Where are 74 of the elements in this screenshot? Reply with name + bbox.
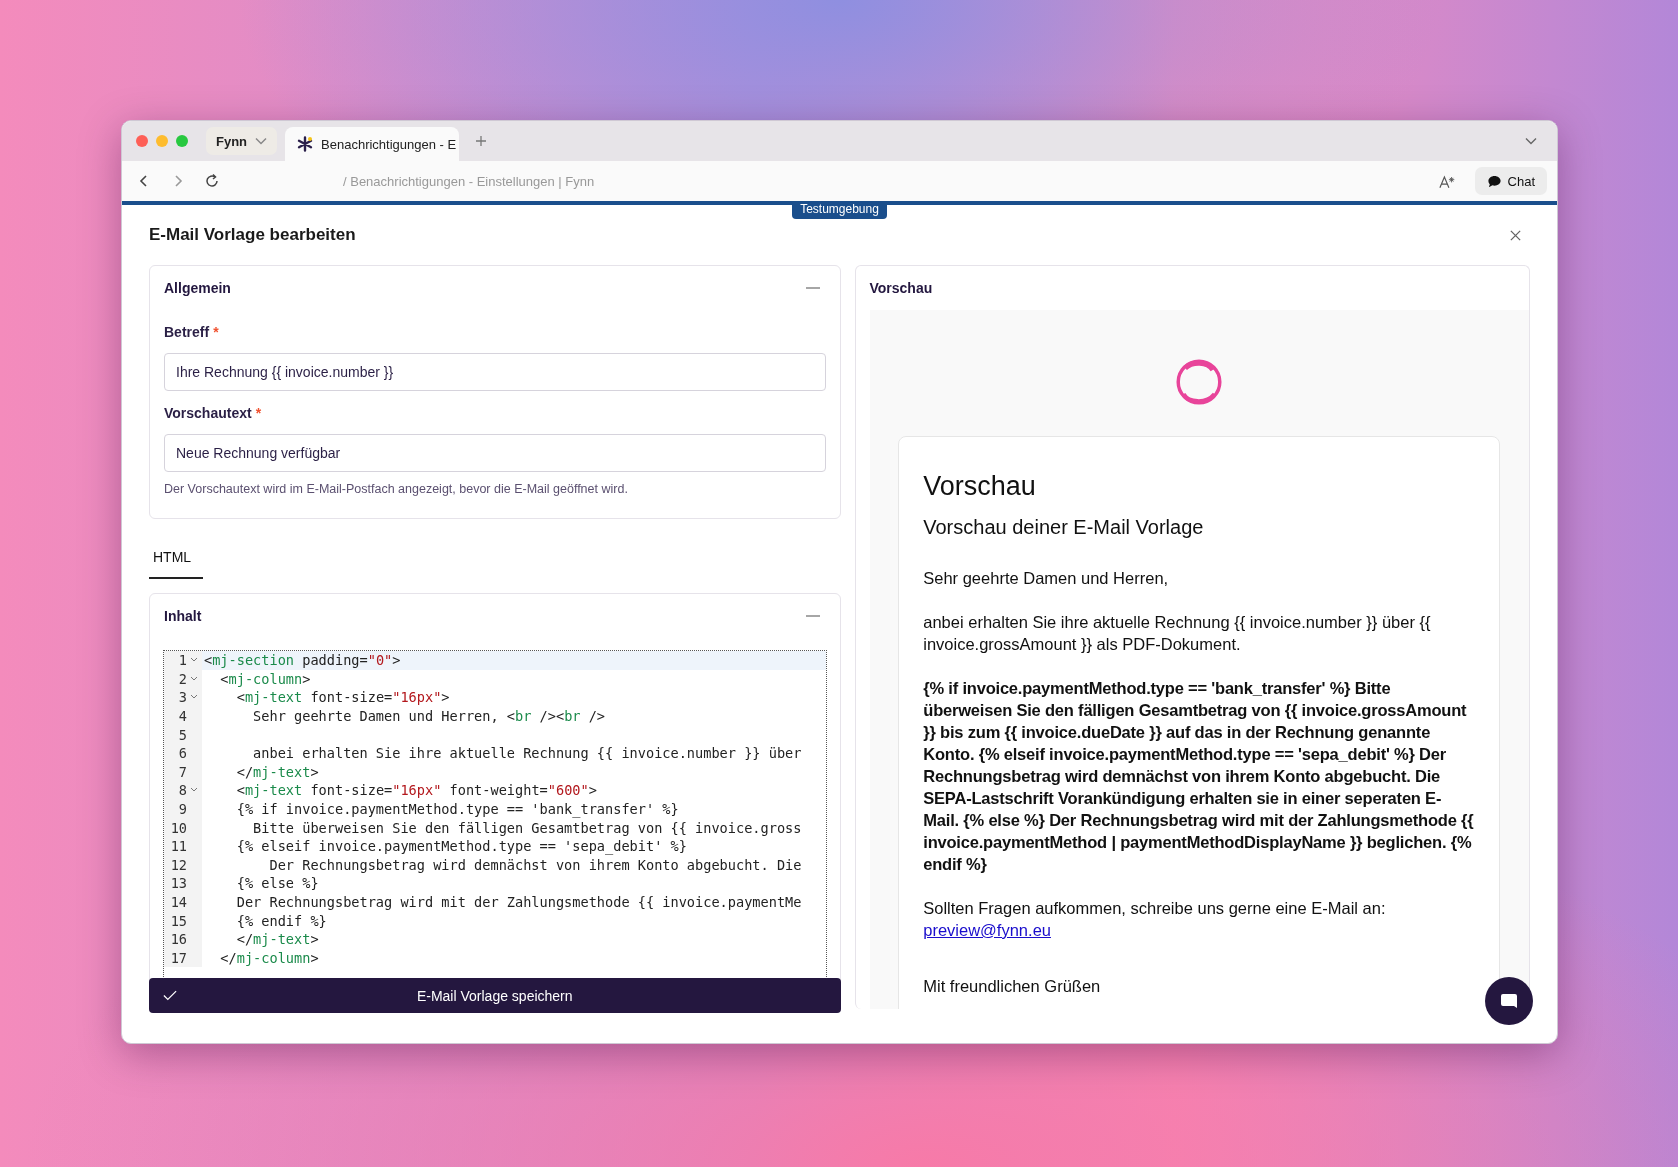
line-number: 9 xyxy=(178,801,187,818)
code-line: <mj-text font-size="16px" font-weight="600"> xyxy=(235,782,597,799)
email-link[interactable]: preview@fynn.eu xyxy=(923,921,1051,939)
code-line: Der Rechnungsbetrag wird demnächst von ihrem Konto abgebucht. Die xyxy=(268,856,802,873)
card-title: Allgemein xyxy=(164,280,231,296)
field-label: Vorschautext * xyxy=(164,405,263,421)
line-number: 10 xyxy=(170,819,187,836)
email-title: Vorschau xyxy=(923,471,1037,502)
code-line: </mj-text> xyxy=(235,763,319,780)
code-line: <mj-column> xyxy=(219,670,311,687)
dialog-title: E-Mail Vorlage bearbeiten xyxy=(149,225,356,245)
close-window-icon[interactable] xyxy=(136,135,148,147)
line-number: 14 xyxy=(170,894,187,910)
field-label: Betreff * xyxy=(164,324,220,340)
line-number: 16 xyxy=(170,931,187,948)
line-number: 7 xyxy=(178,763,187,780)
line-number: 6 xyxy=(178,745,187,762)
line-number: 3 xyxy=(178,689,187,706)
code-line: </mj-text> xyxy=(235,931,319,948)
text-input[interactable]: Ihre Rechnung {{ invoice.number }} xyxy=(164,353,826,391)
email-subtitle: Vorschau deiner E-Mail Vorlage xyxy=(923,516,1205,539)
code-line: {% if invoice.paymentMethod.type == 'bank_transfer' %} xyxy=(235,801,679,818)
email-paragraph: Sollten Fragen aufkommen, schreibe uns gerne eine E-Mail an: preview@fynn.eu xyxy=(923,898,1387,941)
email-paragraph: Sehr geehrte Damen und Herren, xyxy=(923,568,1170,589)
speech-bubble-icon xyxy=(1486,173,1502,189)
fold-icon[interactable] xyxy=(190,675,198,682)
email-paragraph: anbei erhalten Sie ihre aktuelle Rechnung {{ invoice.number }} über {{ invoice.grossAmount }} als PDF-Dokument. xyxy=(923,612,1432,655)
chevron-down-icon[interactable] xyxy=(1525,137,1537,145)
checkmark-icon xyxy=(163,990,177,1001)
code-line: {% elseif invoice.paymentMethod.type == 'sepa_debit' %} xyxy=(235,838,687,855)
email-paragraph: {% if invoice.paymentMethod.type == 'bank_transfer' %} Bitte überweisen Sie den fälligen Gesamtbetrag von {{ invoice.grossAmount }} bis zum {{ invoice.dueDate }} auf das in der Rechnung genannte Konto. {% elseif invoice.paymentMethod.type == 'sepa_debit' %} Der Rechnungsbetrag wird demnächst von ihrem Konto abgebucht. Die SEPA-Lastschrift Vorankündigung erhalten sie in einer seperaten E-Mail. {% else %} Der Rechnungsbetrag wird mit der Zahlungsmethode {{ invoice.paymentMethod | paymentMethodDisplayName }} beglichen. {% endif %} xyxy=(923,678,1475,875)
line-number: 4 xyxy=(178,708,187,725)
code-line: <mj-text font-size="16px"> xyxy=(235,689,450,706)
help-text: Der Vorschautext wird im E-Mail-Postfach angezeigt, bevor die E-Mail geöffnet wird. xyxy=(164,482,629,496)
asterisk-icon xyxy=(297,136,314,152)
email-closing: Mit freundlichen Grüßen xyxy=(923,976,1102,997)
code-line: anbei erhalten Sie ihre aktuelle Rechnung {{ invoice.number }} über xyxy=(252,745,802,762)
required-asterisk: * xyxy=(213,324,219,340)
card-title: Inhalt xyxy=(164,608,202,624)
close-icon[interactable] xyxy=(1509,228,1522,242)
code-line: {% else %} xyxy=(235,875,319,892)
profile-button[interactable]: Fynn xyxy=(206,127,278,155)
code-line: </mj-column> xyxy=(219,949,319,966)
fold-icon[interactable] xyxy=(190,787,198,794)
line-number: 2 xyxy=(178,670,187,687)
line-number: 17 xyxy=(170,949,187,966)
code-line: Sehr geehrte Damen und Herren, <br /><br /> xyxy=(252,708,606,725)
environment-badge: Testumgebung xyxy=(792,201,887,219)
browser-tab[interactable]: Benachrichtigungen - E xyxy=(285,127,460,161)
line-number: 1 xyxy=(178,652,187,669)
chevron-down-icon xyxy=(255,137,268,145)
required-asterisk: * xyxy=(255,405,262,421)
chat-button[interactable]: Chat xyxy=(1474,167,1547,195)
editor-tab[interactable]: HTML xyxy=(149,549,203,579)
line-number: 5 xyxy=(178,726,187,743)
fold-icon[interactable] xyxy=(190,657,198,664)
code-line: Der Rechnungsbetrag wird mit der Zahlungsmethode {{ invoice.paymentMe xyxy=(235,894,802,910)
speech-bubble-icon xyxy=(1499,991,1519,1011)
new-tab-icon[interactable] xyxy=(475,135,488,147)
line-number: 13 xyxy=(170,875,187,892)
line-number: 8 xyxy=(178,782,187,799)
chat-launcher-button[interactable] xyxy=(1485,977,1533,1025)
line-number: 15 xyxy=(170,912,187,929)
code-line: <mj-section padding="0"> xyxy=(203,652,401,669)
code-line: {% endif %} xyxy=(235,912,327,929)
code-line: Bitte überweisen Sie den fälligen Gesamtbetrag von {{ invoice.gross xyxy=(252,819,802,836)
line-number: 12 xyxy=(170,856,187,873)
save-button[interactable]: E-Mail Vorlage speichern xyxy=(149,978,841,1013)
line-number: 11 xyxy=(170,838,187,855)
fold-icon[interactable] xyxy=(190,694,198,701)
card-title: Vorschau xyxy=(869,280,933,296)
reload-icon[interactable] xyxy=(204,173,220,189)
translate-icon[interactable] xyxy=(1438,173,1457,189)
text-input[interactable]: Neue Rechnung verfügbar xyxy=(164,434,826,472)
